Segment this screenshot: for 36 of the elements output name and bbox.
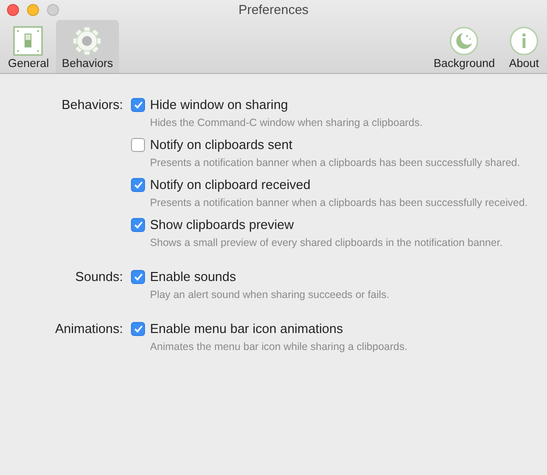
checkbox[interactable]	[131, 270, 145, 284]
option-label[interactable]: Notify on clipboards sent	[150, 135, 292, 155]
option-description: Hides the Command-C window when sharing a clipboards.	[150, 116, 424, 130]
gear-icon	[72, 26, 102, 56]
option-description: Presents a notification banner when a clipboards has been successfully received.	[150, 196, 529, 210]
info-icon	[508, 26, 539, 56]
check-icon	[134, 101, 142, 109]
option-description: Play an alert sound when sharing succeeds or fails.	[150, 288, 390, 302]
toolbar-tab[interactable]: About	[502, 20, 545, 73]
moon-icon	[449, 26, 480, 56]
check-icon	[134, 273, 142, 281]
checkbox[interactable]	[131, 138, 145, 152]
option-label[interactable]: Enable sounds	[150, 267, 236, 287]
check-icon	[134, 325, 142, 333]
checkbox[interactable]	[131, 98, 145, 112]
toolbar-tab[interactable]: Behaviors	[56, 20, 120, 73]
section-label: Sounds:	[75, 268, 123, 286]
toolbar-tab[interactable]: Background	[428, 20, 501, 73]
check-icon	[134, 181, 142, 189]
option-description: Animates the menu bar icon while sharing a clibpoards.	[150, 340, 408, 354]
option-description: Presents a notification banner when a clipboards has been successfully shared.	[150, 156, 522, 170]
checkbox[interactable]	[131, 178, 145, 192]
option-label[interactable]: Enable menu bar icon animations	[150, 319, 343, 339]
close-button[interactable]	[7, 4, 19, 16]
section-label: Animations:	[55, 320, 123, 338]
section-label: Behaviors:	[62, 96, 123, 114]
check-icon	[134, 221, 142, 229]
option-label[interactable]: Notify on clipboard received	[150, 175, 310, 195]
switch-icon	[13, 26, 44, 56]
window-title: Preferences	[238, 1, 309, 20]
checkbox[interactable]	[131, 218, 145, 232]
option-description: Shows a small preview of every shared clipboards in the notification banner.	[150, 236, 504, 250]
option-label[interactable]: Hide window on sharing	[150, 95, 288, 115]
toolbar-tab[interactable]: General	[2, 20, 55, 73]
checkbox[interactable]	[131, 322, 145, 336]
option-label[interactable]: Show clipboards preview	[150, 215, 294, 235]
